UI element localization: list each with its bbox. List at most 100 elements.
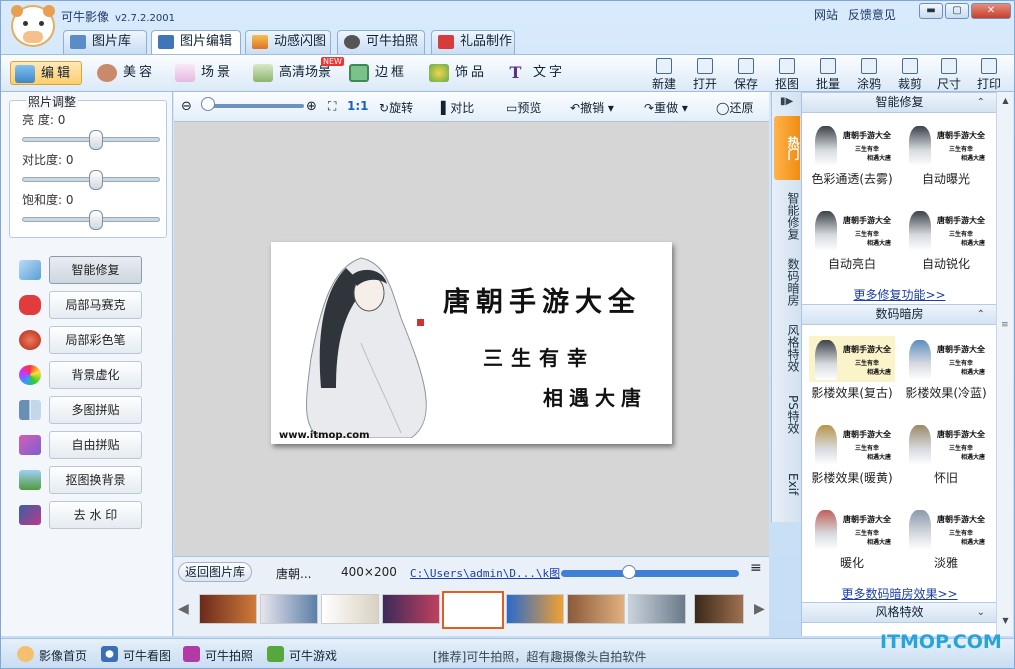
tool-replace-bg[interactable]: 抠图换背景 [19, 466, 142, 494]
tool-color-pen[interactable]: 局部彩色笔 [19, 326, 142, 354]
expand-chevron-icon[interactable]: ⌄ [977, 603, 985, 622]
more-darkroom-link[interactable]: 更多数码暗房效果>> [802, 585, 997, 602]
effect-auto-sharpen[interactable]: 唐朝手游大全 三生有幸 相遇大唐 自动锐化 [900, 207, 992, 272]
restore-button[interactable]: ◯还原 [716, 99, 753, 116]
thumbnail-selected[interactable] [442, 591, 504, 629]
zoom-knob[interactable] [201, 97, 215, 111]
rotate-button[interactable]: ↻旋转 [379, 99, 413, 116]
tab-gift[interactable]: 礼品制作 [431, 30, 515, 54]
mode-text[interactable]: T 文字 [503, 61, 573, 85]
thumbnail[interactable] [260, 594, 318, 624]
effect-studio-warm-yellow[interactable]: 唐朝手游大全 三生有幸 相遇大唐 影楼效果(暖黄) [806, 421, 898, 486]
section-header-style-fx[interactable]: 风格特效 ⌄ [802, 602, 997, 623]
strip-menu-icon[interactable]: ≡ [750, 560, 762, 576]
tool-remove-watermark[interactable]: 去 水 印 [19, 501, 142, 529]
zoom-in-icon[interactable]: ⊕ [306, 99, 317, 114]
strip-next-arrow[interactable]: ▶ [754, 601, 765, 617]
side-tab-darkroom[interactable]: 数码暗房 [774, 252, 800, 312]
edited-photo[interactable]: 唐朝手游大全 三生有幸 相遇大唐 www.itmop.com [271, 242, 672, 444]
effect-nostalgia[interactable]: 唐朝手游大全 三生有幸 相遇大唐 怀旧 [900, 421, 992, 486]
saturation-slider[interactable] [22, 210, 160, 230]
fit-screen-icon[interactable]: ⛶ [328, 99, 336, 114]
mode-edit[interactable]: 编辑 [10, 61, 82, 85]
mode-decor[interactable]: 饰品 [425, 61, 495, 85]
strip-slider[interactable] [561, 570, 739, 577]
tool-smart-fix[interactable]: 智能修复 [19, 256, 142, 284]
thumbnail[interactable] [382, 594, 440, 624]
tool-mosaic[interactable]: 局部马赛克 [19, 291, 142, 319]
status-games-link[interactable]: 可牛游戏 [267, 646, 337, 664]
cutout-button[interactable]: 抠图 [771, 58, 803, 91]
saturation-knob[interactable] [89, 210, 103, 230]
effects-scrollbar[interactable]: ▲ ≡ ▼ [996, 92, 1013, 636]
scroll-grip-icon[interactable]: ≡ [1001, 320, 1009, 330]
brightness-knob[interactable] [89, 130, 103, 150]
compare-button[interactable]: ▌对比 [441, 99, 474, 116]
side-tab-smart-fix[interactable]: 智能修复 [774, 186, 800, 246]
batch-button[interactable]: 批量 [812, 58, 844, 91]
tab-animated[interactable]: 动感闪图 [245, 30, 331, 54]
thumbnail[interactable] [199, 594, 257, 624]
actual-size-button[interactable]: 1:1 [347, 99, 369, 113]
doodle-button[interactable]: 涂鸦 [853, 58, 885, 91]
strip-prev-arrow[interactable]: ◀ [178, 601, 189, 617]
new-button[interactable]: 新建 [648, 58, 680, 91]
collapse-chevron-icon[interactable]: ⌃ [977, 93, 985, 112]
print-button[interactable]: 打印 [973, 58, 1005, 91]
effect-elegant[interactable]: 唐朝手游大全 三生有幸 相遇大唐 淡雅 [900, 506, 992, 571]
redo-dropdown-icon[interactable]: ▾ [682, 101, 688, 115]
zoom-out-icon[interactable]: ⊖ [181, 99, 192, 114]
open-button[interactable]: 打开 [689, 58, 721, 91]
save-button[interactable]: 保存 [730, 58, 762, 91]
collapse-chevron-icon[interactable]: ⌃ [977, 305, 985, 324]
feedback-link[interactable]: 反馈意见 [848, 8, 896, 22]
side-tab-hot[interactable]: 热门 [774, 116, 800, 180]
undo-button[interactable]: ↶撤销 ▾ [570, 99, 614, 116]
resize-button[interactable]: 尺寸 [933, 58, 965, 91]
zoom-slider[interactable] [204, 104, 304, 108]
section-header-smart-fix[interactable]: 智能修复 ⌃ [802, 92, 997, 113]
collapse-panel-icon[interactable]: ▮▶ [780, 96, 793, 107]
effect-color-clear[interactable]: 唐朝手游大全 三生有幸 相遇大唐 色彩通透(去雾) [806, 122, 898, 187]
website-link[interactable]: 网站 [814, 8, 838, 22]
thumbnail[interactable] [321, 594, 379, 624]
side-tab-exif[interactable]: Exif [774, 454, 800, 514]
mode-frame[interactable]: 边框 [345, 61, 415, 85]
side-tab-ps-fx[interactable]: PS特效 [774, 384, 800, 444]
status-promo-text[interactable]: [推荐]可牛拍照，超有趣摄像头自拍软件 [433, 648, 646, 665]
side-tab-style-fx[interactable]: 风格特效 [774, 318, 800, 378]
minimize-button[interactable]: ▬ [919, 3, 943, 19]
undo-dropdown-icon[interactable]: ▾ [608, 101, 614, 115]
thumbnail[interactable] [628, 594, 686, 624]
tool-collage[interactable]: 多图拼贴 [19, 396, 142, 424]
effect-studio-cool-blue[interactable]: 唐朝手游大全 三生有幸 相遇大唐 影楼效果(冷蓝) [900, 336, 992, 401]
thumbnail[interactable] [567, 594, 625, 624]
section-header-darkroom[interactable]: 数码暗房 ⌃ [802, 304, 997, 325]
image-path-link[interactable]: C:\Users\admin\D...\k图 [410, 565, 560, 581]
tab-camera[interactable]: 可牛拍照 [337, 30, 425, 54]
crop-button[interactable]: 裁剪 [894, 58, 926, 91]
effect-auto-exposure[interactable]: 唐朝手游大全 三生有幸 相遇大唐 自动曝光 [900, 122, 992, 187]
thumbnail[interactable] [506, 594, 564, 624]
status-camera-link[interactable]: 可牛拍照 [183, 646, 253, 664]
effect-studio-retro[interactable]: 唐朝手游大全 三生有幸 相遇大唐 影楼效果(复古) [806, 336, 898, 401]
thumbnail[interactable] [694, 594, 744, 624]
contrast-knob[interactable] [89, 170, 103, 190]
scroll-up-arrow[interactable]: ▲ [999, 96, 1012, 110]
tab-photo-edit[interactable]: 图片编辑 [151, 30, 241, 55]
strip-slider-knob[interactable] [622, 565, 636, 579]
back-to-gallery-button[interactable]: 返回图片库 [178, 562, 253, 582]
redo-button[interactable]: ↷重做 ▾ [644, 99, 688, 116]
effect-warm[interactable]: 唐朝手游大全 三生有幸 相遇大唐 暖化 [806, 506, 898, 571]
effect-auto-brighten[interactable]: 唐朝手游大全 三生有幸 相遇大唐 自动亮白 [806, 207, 898, 272]
tool-bg-blur[interactable]: 背景虚化 [19, 361, 142, 389]
preview-button[interactable]: ▭预览 [506, 99, 541, 116]
close-button[interactable]: ✕ [971, 3, 1011, 19]
scroll-down-arrow[interactable]: ▼ [999, 616, 1012, 630]
brightness-slider[interactable] [22, 130, 160, 150]
tool-free-collage[interactable]: 自由拼贴 [19, 431, 142, 459]
status-home-link[interactable]: 影像首页 [17, 646, 87, 664]
more-fix-link[interactable]: 更多修复功能>> [802, 286, 997, 303]
status-viewer-link[interactable]: 可牛看图 [101, 646, 171, 664]
mode-beauty[interactable]: 美容 [93, 61, 163, 85]
